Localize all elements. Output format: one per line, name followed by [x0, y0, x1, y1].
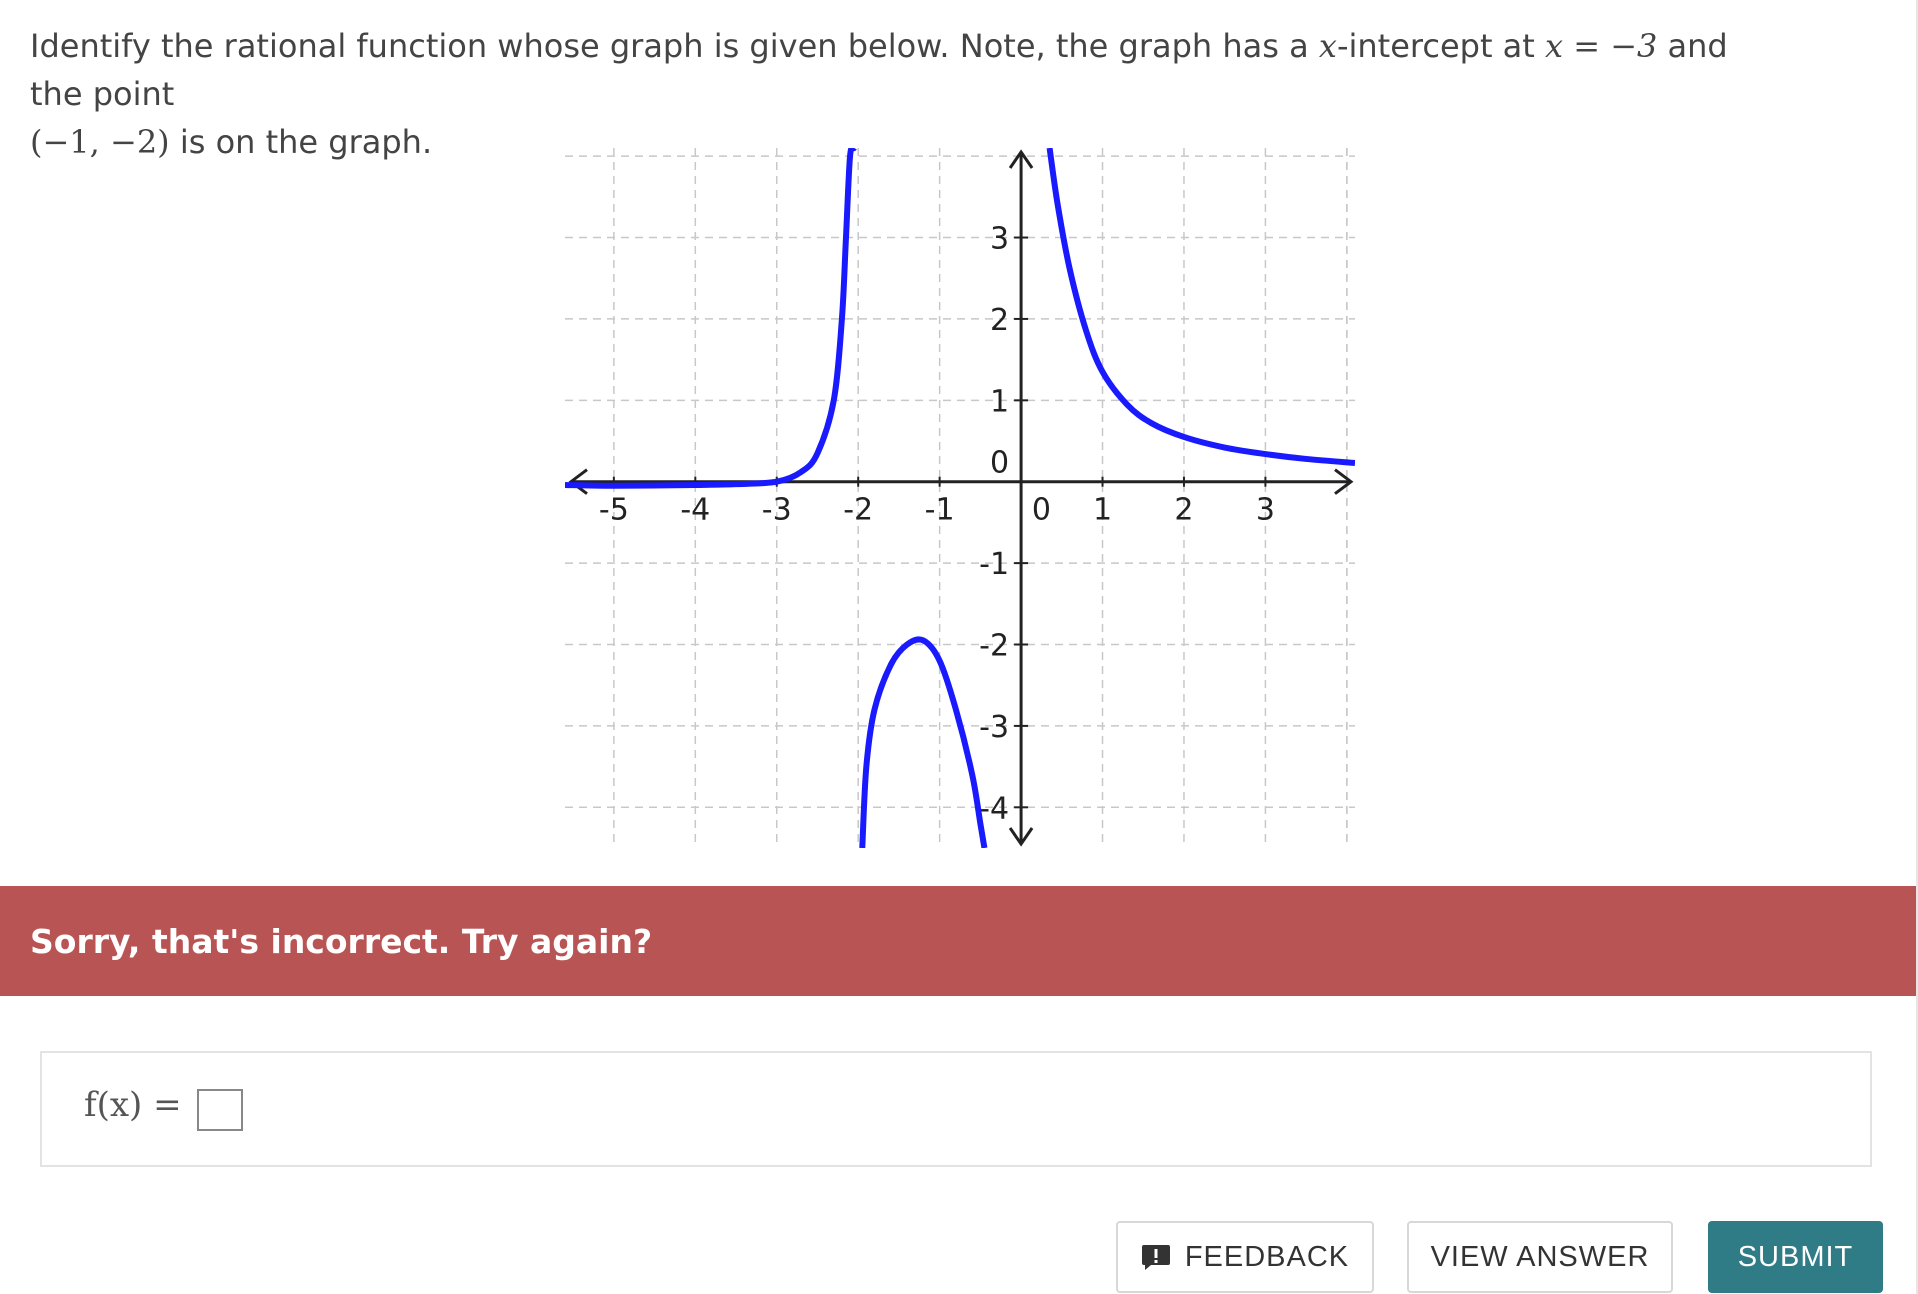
answer-area: f(x) =: [40, 1051, 1872, 1167]
exclamation-speech-icon: [1141, 1245, 1170, 1270]
submit-button[interactable]: SUBMIT: [1708, 1221, 1883, 1293]
function-label: f(x) =: [84, 1085, 182, 1125]
x-tick-label: -2: [843, 493, 873, 528]
view-answer-button[interactable]: VIEW ANSWER: [1407, 1221, 1673, 1293]
curve-branch-2: [859, 636, 988, 848]
rational-function-graph: -5 -4 -3 -2 -1 0 1 2 3 3 2 1 0 -1 -2 -3 -4: [565, 148, 1355, 848]
x-tick-label: 3: [1256, 493, 1275, 528]
view-answer-label: VIEW ANSWER: [1430, 1240, 1650, 1273]
feedback-label: FEEDBACK: [1184, 1240, 1350, 1273]
tick-labels: -5 -4 -3 -2 -1 0 1 2 3 3 2 1 0 -1 -2 -3 -4: [599, 222, 1275, 827]
x-tick-label: 0: [1032, 493, 1051, 528]
x-tick-label: 1: [1093, 493, 1112, 528]
y-tick-label: 1: [990, 384, 1009, 419]
x-tick-label: 2: [1174, 493, 1193, 528]
incorrect-message: Sorry, that's incorrect. Try again?: [30, 921, 653, 961]
x-tick-label: -5: [599, 493, 629, 528]
question-intercept-equation: x = −3: [1544, 27, 1658, 65]
y-tick-label: -3: [979, 710, 1009, 745]
x-tick-label: -4: [680, 493, 710, 528]
x-tick-label: -1: [925, 493, 955, 528]
feedback-button[interactable]: FEEDBACK: [1116, 1221, 1374, 1293]
y-tick-label: 0: [990, 445, 1009, 480]
y-tick-label: -2: [979, 629, 1009, 664]
question-part1: Identify the rational function whose gra…: [30, 27, 1319, 65]
incorrect-feedback-banner: Sorry, that's incorrect. Try again?: [0, 886, 1916, 996]
answer-input[interactable]: [197, 1089, 243, 1131]
curve-branch-1: [565, 148, 858, 489]
y-tick-label: 3: [990, 222, 1009, 257]
curve-branch-3: [1046, 148, 1355, 466]
question-part2: -intercept at: [1336, 27, 1545, 65]
y-tick-label: -1: [979, 547, 1009, 582]
question-text: Identify the rational function whose gra…: [30, 22, 1750, 166]
x-tick-label: -3: [762, 493, 792, 528]
y-tick-label: 2: [990, 303, 1009, 338]
question-x-variable: x: [1318, 27, 1337, 65]
question-part4: is on the graph.: [169, 123, 433, 161]
y-tick-label: -4: [979, 791, 1009, 826]
question-point: (−1, −2): [30, 123, 170, 161]
submit-label: SUBMIT: [1737, 1240, 1854, 1273]
